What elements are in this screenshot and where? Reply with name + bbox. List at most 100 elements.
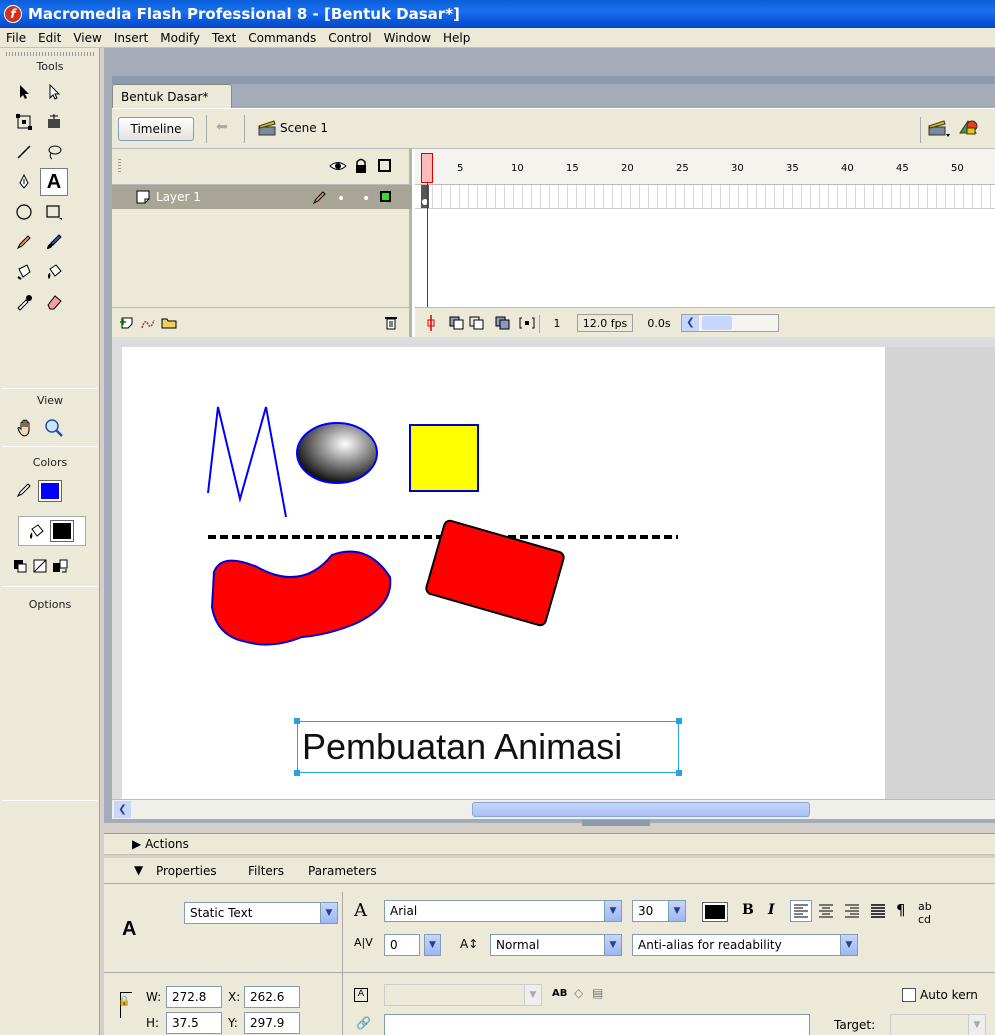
anti-alias-dropdown-icon[interactable]: ▼ — [840, 935, 857, 955]
edit-symbols-icon[interactable] — [958, 117, 986, 140]
paint-bucket-tool-icon[interactable] — [40, 258, 68, 286]
gradient-transform-tool-icon[interactable] — [40, 108, 68, 136]
onion-skin-icon[interactable] — [449, 316, 465, 333]
tab-filters[interactable]: Filters — [248, 864, 284, 878]
layer-outline-color[interactable] — [380, 191, 391, 202]
layer-visible-dot[interactable]: • — [337, 191, 345, 207]
pencil-tool-icon[interactable] — [10, 228, 38, 256]
bold-button[interactable]: B — [742, 902, 754, 918]
stage-scroll-left-icon[interactable]: ❮ — [114, 801, 131, 818]
pen-tool-icon[interactable] — [10, 168, 38, 196]
timeline-toggle-button[interactable]: Timeline — [118, 117, 194, 141]
stage-hscrollbar[interactable]: ❮ — [112, 799, 995, 819]
menu-text[interactable]: Text — [206, 31, 242, 45]
width-field[interactable]: 272.8 — [166, 986, 222, 1008]
brush-tool-icon[interactable] — [40, 228, 68, 256]
align-left-button[interactable] — [790, 900, 812, 922]
swap-colors-icon[interactable] — [46, 552, 74, 580]
edit-scene-icon[interactable] — [928, 119, 950, 140]
font-size-field[interactable]: 30 ▼ — [632, 900, 686, 922]
font-dropdown-icon[interactable]: ▼ — [604, 901, 621, 921]
handle-bottom-left[interactable] — [294, 770, 300, 776]
stage[interactable]: Pembuatan Animasi — [122, 347, 885, 799]
back-arrow-icon[interactable]: ⬅ — [216, 119, 228, 135]
oval-tool-icon[interactable] — [10, 198, 38, 226]
zigzag-line[interactable] — [207, 406, 287, 518]
yellow-rectangle[interactable] — [409, 424, 479, 492]
layer-lock-dot[interactable]: • — [362, 191, 370, 207]
free-transform-tool-icon[interactable] — [10, 108, 38, 136]
menu-window[interactable]: Window — [378, 31, 437, 45]
char-position-dropdown-icon[interactable]: ▼ — [604, 935, 621, 955]
align-right-icon[interactable] — [842, 901, 862, 924]
menu-insert[interactable]: Insert — [108, 31, 154, 45]
zoom-tool-icon[interactable] — [40, 414, 68, 442]
eraser-tool-icon[interactable] — [40, 288, 68, 316]
fill-color-swatch[interactable] — [50, 520, 74, 542]
document-tab[interactable]: Bentuk Dasar* — [112, 84, 232, 108]
italic-button[interactable]: I — [768, 902, 775, 918]
actions-panel-header[interactable]: ▶ Actions — [104, 833, 995, 855]
actions-expand-icon[interactable]: ▶ — [132, 837, 141, 851]
selectable-text-icon[interactable]: A — [354, 988, 368, 1002]
frame-ruler[interactable]: 1 5 10 15 20 25 30 35 40 45 50 — [415, 149, 995, 185]
font-select[interactable]: Arial ▼ — [384, 900, 622, 922]
timeline-hscrollbar[interactable]: ❮ — [681, 314, 779, 332]
line-tool-icon[interactable] — [10, 138, 38, 166]
selection-tool-icon[interactable] — [10, 78, 38, 106]
font-size-dropdown-icon[interactable]: ▼ — [668, 901, 685, 921]
eye-icon[interactable] — [329, 159, 347, 176]
handle-top-left[interactable] — [294, 718, 300, 724]
show-border-icon[interactable]: ◇ — [574, 986, 583, 1000]
text-tool-icon[interactable]: A — [40, 168, 68, 196]
center-frame-icon[interactable] — [425, 314, 437, 335]
constrain-lock-icon[interactable]: 🔒 — [118, 996, 130, 1007]
letter-spacing-dropdown-icon[interactable]: ▼ — [424, 934, 441, 956]
char-position-select[interactable]: Normal ▼ — [490, 934, 622, 956]
x-field[interactable]: 262.6 — [244, 986, 300, 1008]
scroll-thumb[interactable] — [702, 316, 732, 330]
url-link-field[interactable] — [384, 1014, 810, 1035]
tab-parameters[interactable]: Parameters — [308, 864, 377, 878]
panel-collapse-handle[interactable] — [582, 820, 650, 826]
stroke-color-swatch[interactable] — [38, 480, 62, 502]
y-field[interactable]: 297.9 — [244, 1012, 300, 1034]
delete-layer-trash-icon[interactable] — [384, 315, 398, 334]
tools-grip[interactable] — [6, 52, 94, 56]
edit-multiple-frames-icon[interactable] — [495, 316, 511, 333]
letter-spacing-field[interactable]: 0 — [384, 934, 420, 956]
stage-text[interactable]: Pembuatan Animasi — [302, 726, 622, 768]
subselection-tool-icon[interactable] — [40, 78, 68, 106]
insert-layer-icon[interactable] — [120, 316, 136, 333]
properties-collapse-icon[interactable]: ▼ — [134, 863, 143, 877]
layer-row-layer-1[interactable]: Layer 1 • • — [112, 185, 412, 209]
tab-properties[interactable]: Properties — [156, 864, 217, 878]
menu-modify[interactable]: Modify — [154, 31, 206, 45]
hand-tool-icon[interactable] — [12, 414, 40, 442]
menu-help[interactable]: Help — [437, 31, 476, 45]
text-selection-box[interactable]: Pembuatan Animasi — [294, 718, 682, 776]
modify-onion-markers-icon[interactable] — [519, 316, 535, 333]
text-type-dropdown-icon[interactable]: ▼ — [320, 903, 337, 923]
lock-icon[interactable] — [354, 158, 368, 177]
auto-kern-checkbox[interactable] — [902, 988, 916, 1002]
insert-layer-folder-icon[interactable] — [160, 316, 178, 333]
text-color-swatch[interactable] — [702, 902, 728, 922]
menu-edit[interactable]: Edit — [32, 31, 67, 45]
eyedropper-tool-icon[interactable] — [10, 288, 38, 316]
anti-alias-select[interactable]: Anti-alias for readability ▼ — [632, 934, 858, 956]
layer-name[interactable]: Layer 1 — [156, 190, 201, 204]
playhead[interactable] — [421, 153, 433, 183]
ink-bottle-tool-icon[interactable] — [10, 258, 38, 286]
paragraph-format-icon[interactable]: ¶ — [896, 901, 906, 919]
text-direction-icon[interactable]: ab cd — [918, 900, 932, 926]
menu-file[interactable]: File — [0, 31, 32, 45]
handle-top-right[interactable] — [676, 718, 682, 724]
add-motion-guide-icon[interactable] — [140, 316, 156, 333]
handle-bottom-right[interactable] — [676, 770, 682, 776]
layer-1-frames[interactable] — [415, 185, 995, 209]
lasso-tool-icon[interactable] — [40, 138, 68, 166]
rectangle-tool-icon[interactable] — [40, 198, 68, 226]
frame-rate[interactable]: 12.0 fps — [577, 314, 633, 332]
actions-label[interactable]: Actions — [145, 837, 189, 851]
